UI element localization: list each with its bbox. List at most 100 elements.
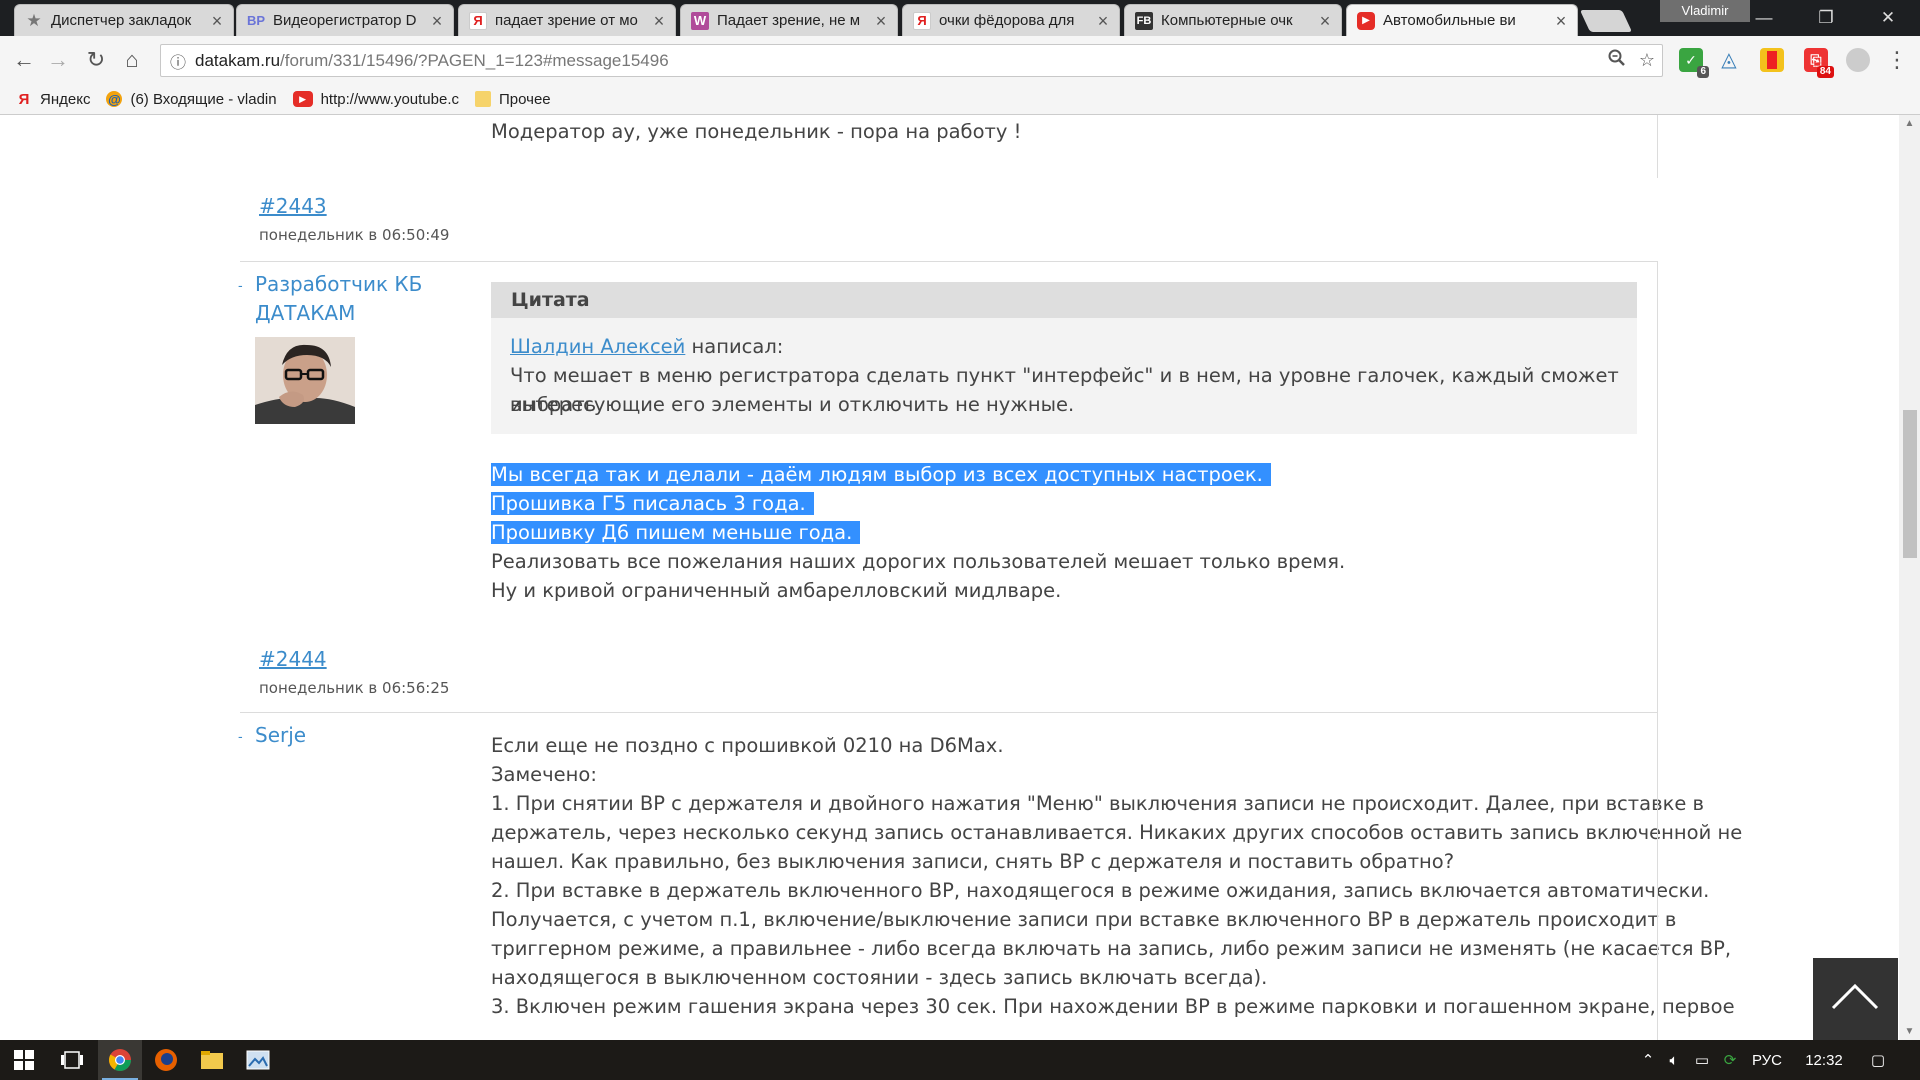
volume-icon[interactable]: 🔈︎ — [1660, 1052, 1688, 1069]
close-icon[interactable]: × — [1095, 12, 1111, 30]
author-name-link[interactable]: Serje — [255, 721, 306, 750]
bookmark-ext-icon[interactable] — [1760, 48, 1784, 72]
sync-icon[interactable]: ⟳ — [1716, 1051, 1744, 1069]
post-number-link[interactable]: #2444 — [259, 647, 327, 671]
new-tab-button[interactable] — [1579, 10, 1633, 32]
triangle-ext-icon[interactable]: ◬ — [1717, 48, 1741, 72]
scrollbar-thumb[interactable] — [1903, 410, 1917, 558]
w-favicon: W — [691, 11, 709, 30]
minimize-button[interactable]: — — [1738, 0, 1790, 36]
tab-bookmark-manager[interactable]: ★ Диспетчер закладок × — [14, 4, 234, 36]
post-text-line: держатель, через несколько секунд запись… — [491, 821, 1743, 844]
close-icon[interactable]: × — [429, 12, 445, 30]
network-icon[interactable]: ▭ — [1688, 1051, 1716, 1069]
bookmark-star-icon[interactable]: ☆ — [1632, 50, 1662, 71]
star-icon: ★ — [26, 10, 42, 30]
post-number-link[interactable]: #2443 — [259, 194, 327, 218]
reload-icon[interactable]: ↻ — [80, 44, 112, 76]
close-icon[interactable]: × — [1317, 12, 1333, 30]
forum-page: Модератор ау, уже понедельник - пора на … — [0, 115, 1899, 1040]
selected-text: Мы всегда так и делали - даём людям выбо… — [491, 463, 1271, 486]
profile-button[interactable]: Vladimir — [1660, 0, 1750, 22]
tab-videoregistrator[interactable]: BP Видеорегистратор D × — [236, 4, 454, 36]
post-date: понедельник в 06:50:49 — [259, 226, 450, 244]
yandex-icon: Я — [18, 90, 30, 108]
tab-fedorov-glasses[interactable]: Я очки фёдорова для × — [902, 4, 1120, 36]
forward-icon[interactable]: → — [42, 44, 74, 76]
page-scrollbar[interactable] — [1899, 115, 1920, 1040]
fb-favicon: FB — [1135, 11, 1153, 30]
menu-icon[interactable]: ⋮ — [1886, 48, 1908, 72]
author-line: Разработчик КБ — [255, 272, 423, 296]
column-divider — [1657, 713, 1658, 1040]
post-divider — [240, 261, 1658, 262]
quote-attribution: Шалдин Алексей написал: — [510, 332, 783, 361]
close-icon[interactable]: × — [1553, 12, 1569, 30]
bp-favicon: BP — [246, 13, 266, 28]
ext-badge: 84 — [1816, 66, 1834, 78]
photo-app-icon[interactable] — [236, 1040, 280, 1080]
windows-start-icon[interactable] — [0, 1040, 48, 1080]
tab-yandex-vision[interactable]: Я падает зрение от мо × — [458, 4, 676, 36]
tab-strip: ★ Диспетчер закладок × BP Видеорегистрат… — [0, 0, 1920, 36]
tab-label: Диспетчер закладок — [51, 12, 192, 29]
file-explorer-icon[interactable] — [190, 1040, 234, 1080]
address-bar[interactable]: ⓘ datakam.ru/forum/331/15496/?PAGEN_1=12… — [160, 44, 1663, 77]
close-icon[interactable]: × — [873, 12, 889, 30]
url-text[interactable]: datakam.ru/forum/331/15496/?PAGEN_1=123#… — [195, 51, 1602, 71]
bookmark-label: Прочее — [499, 90, 551, 108]
post-date: понедельник в 06:56:25 — [259, 679, 450, 697]
tab-vision-falling[interactable]: W Падает зрение, не м × — [680, 4, 898, 36]
firefox-taskbar-icon[interactable] — [144, 1040, 188, 1080]
task-view-icon[interactable] — [50, 1040, 94, 1080]
home-icon[interactable]: ⌂ — [116, 44, 148, 76]
bookmark-other-folder[interactable]: Прочее — [475, 91, 551, 108]
post-text-line: находящегося в выключенном состоянии - з… — [491, 966, 1268, 989]
folder-icon — [475, 91, 491, 107]
quote-author-link[interactable]: Шалдин Алексей — [510, 335, 685, 358]
post-text-line: 3. Включен режим гашения экрана через 30… — [491, 995, 1735, 1018]
restore-button[interactable]: ❐ — [1800, 0, 1852, 36]
column-divider — [1657, 262, 1658, 749]
bookmark-label: (6) Входящие - vladin — [130, 90, 277, 108]
scroll-down-arrow[interactable]: ▼ — [1899, 1023, 1920, 1040]
selected-text: Прошивку Д6 пишем меньше года. — [491, 521, 861, 544]
system-tray: ⌃ 🔈︎ ▭ ⟳ РУС 12:32 ▢ — [1636, 1040, 1898, 1080]
selected-text: Прошивка Г5 писалась 3 года. — [491, 492, 814, 515]
youtube-favicon: ▶ — [1357, 11, 1375, 30]
language-indicator[interactable]: РУС — [1744, 1052, 1790, 1069]
chrome-taskbar-icon[interactable] — [98, 1040, 142, 1080]
close-icon[interactable]: × — [209, 12, 225, 30]
author-bullet: - — [238, 277, 243, 293]
zoom-icon[interactable] — [1602, 49, 1632, 72]
back-icon[interactable]: ← — [8, 44, 40, 76]
url-host: datakam.ru — [195, 50, 281, 70]
tab-active-auto-video[interactable]: ▶ Автомобильные ви × — [1346, 4, 1578, 36]
shield-check-ext-icon[interactable]: ✓ 6 — [1679, 48, 1709, 78]
tab-label: Компьютерные очк — [1161, 12, 1293, 29]
post-text-line: Прошивка Г5 писалась 3 года. — [491, 489, 814, 518]
close-window-button[interactable]: ✕ — [1862, 0, 1914, 36]
scroll-to-top-button[interactable] — [1813, 958, 1898, 1040]
tab-computer-glasses[interactable]: FB Компьютерные очк × — [1124, 4, 1342, 36]
close-icon[interactable]: × — [651, 12, 667, 30]
post-text-line: Получается, с учетом п.1, включение/выкл… — [491, 908, 1677, 931]
stamp-ext-icon[interactable]: ⎘ 84 — [1804, 48, 1834, 78]
post-text-line: Реализовать все пожелания наших дорогих … — [491, 550, 1346, 573]
clock[interactable]: 12:32 — [1790, 1052, 1858, 1069]
chevron-up-icon[interactable]: ⌃ — [1636, 1051, 1660, 1069]
avatar[interactable] — [255, 337, 355, 424]
post-divider — [240, 712, 1658, 713]
bookmark-inbox[interactable]: @ (6) Входящие - vladin — [106, 90, 277, 108]
scroll-up-arrow[interactable]: ▲ — [1899, 115, 1920, 132]
author-name-link[interactable]: Разработчик КБ ДАТАКАМ — [255, 270, 422, 328]
author-line: ДАТАКАМ — [255, 301, 356, 325]
info-icon[interactable]: ⓘ — [161, 49, 195, 73]
post-text-line: Мы всегда так и делали - даём людям выбо… — [491, 460, 1271, 489]
post-text-line: Если еще не поздно с прошивкой 0210 на D… — [491, 734, 1004, 757]
bookmark-yandex[interactable]: Я Яндекс — [16, 90, 91, 108]
bookmark-youtube[interactable]: ▶ http://www.youtube.c — [292, 91, 459, 108]
post-text-line: нашел. Как правильно, без выключения зап… — [491, 850, 1455, 873]
notifications-icon[interactable]: ▢ — [1858, 1051, 1898, 1069]
globe-ext-icon[interactable] — [1846, 48, 1870, 72]
